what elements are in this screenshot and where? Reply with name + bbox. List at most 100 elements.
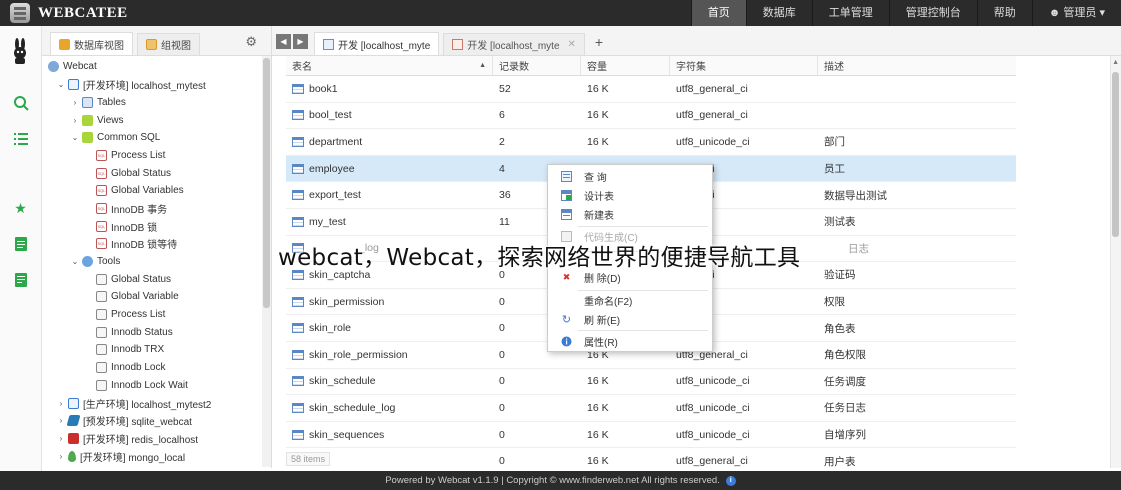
tree-node-env-mongo[interactable]: › [开发环境] mongo_local [56,448,185,465]
table-name: skin_permission [309,295,385,308]
chevron-right-icon[interactable]: › [70,98,80,107]
cell-name: book1 [286,76,493,102]
tools-icon [82,256,93,267]
tree-node-tool-item[interactable]: Process List [94,306,165,323]
doc-tab-2[interactable]: 开发 [localhost_myte ✕ [443,33,585,55]
tree-node-tool-item[interactable]: Innodb TRX [94,341,164,358]
tree-node-env-sqlite[interactable]: › [预发环境] sqlite_webcat [56,412,192,429]
tree-node-tool-item[interactable]: Global Status [94,271,171,288]
chevron-down-icon[interactable]: ⌄ [70,257,80,266]
tree-node-sql-item[interactable]: SQL InnoDB 事务 [94,200,167,217]
chevron-right-icon[interactable]: › [56,416,66,425]
col-header-size[interactable]: 容量 [581,56,670,75]
chevron-right-icon[interactable]: › [70,116,80,125]
info-icon[interactable]: i [725,475,736,486]
tree-node-sql-item[interactable]: SQL Global Variables [94,182,184,199]
tree-node-tool-item[interactable]: Innodb Lock Wait [94,377,188,394]
menu-design-table[interactable]: 设计表 [548,186,712,205]
tree-node-env-dev[interactable]: ⌄ [开发环境] localhost_mytest [56,76,206,93]
cell-charset: utf8_unicode_ci [676,135,750,148]
tree-node-tools[interactable]: ⌄ Tools [70,253,120,270]
cell-name: department [286,129,493,155]
table-row[interactable]: skin_schedule_log 0 16 K utf8_unicode_ci 任务日… [286,395,1016,422]
tree-node-tool-item[interactable]: Global Variable [94,288,179,305]
chevron-down-icon[interactable]: ⌄ [56,80,66,89]
col-header-desc[interactable]: 描述 [818,56,1016,75]
star-icon[interactable]: ★ [12,200,29,217]
table-icon [292,296,304,307]
menu-label: 查 询 [584,173,607,184]
table-row[interactable]: bool_test 6 16 K utf8_general_ci [286,103,1016,130]
nav-tickets[interactable]: 工单管理 [811,0,889,26]
sql-icon: SQL [96,168,107,179]
chevron-down-icon[interactable]: ⌄ [70,133,80,142]
tree-node-env-prod[interactable]: › [生产环境] localhost_mytest2 [56,395,211,412]
table-row[interactable]: skin_schedule 0 16 K utf8_unicode_ci 任务调度 [286,369,1016,396]
table-row[interactable]: department 2 16 K utf8_unicode_ci 部门 [286,129,1016,156]
tree-node-views[interactable]: › Views [70,112,124,129]
add-tab-icon[interactable]: + [595,34,603,50]
cell-size: 16 K [587,401,609,414]
chevron-right-icon[interactable]: › [56,399,66,408]
tree-node-tables[interactable]: › Tables [70,94,126,111]
tree-node-env-redis[interactable]: › [开发环境] redis_localhost [56,430,198,447]
col-header-rows[interactable]: 记录数 [493,56,581,75]
tab-group-view[interactable]: 组视图 [137,33,200,55]
new-table-icon [561,209,572,220]
chevron-right-icon[interactable]: › [56,452,66,461]
close-icon[interactable]: ✕ [568,39,576,50]
grid-scrollbar[interactable]: ▲ [1016,56,1121,468]
scroll-up-icon[interactable]: ▲ [1112,59,1119,66]
tree-node-tool-item[interactable]: Innodb Status [94,324,173,341]
chevron-right-icon[interactable]: › [56,434,66,443]
tree-node-common-sql[interactable]: ⌄ Common SQL [70,129,160,146]
notes-icon[interactable] [12,271,29,288]
nav-home[interactable]: 首页 [690,0,746,26]
menu-refresh[interactable]: ↻ 刷 新(E) [548,310,712,329]
app-logo[interactable]: WEBCATEE [0,3,691,23]
nav-help[interactable]: 帮助 [976,0,1032,26]
tab-prev-button[interactable]: ◀ [276,34,291,49]
doc-tab-1[interactable]: 开发 [localhost_myte [314,32,440,55]
tree-scrollbar[interactable] [262,56,271,467]
tab-database-view[interactable]: 数据库视图 [50,32,133,55]
doc-tab-label: 开发 [localhost_myte [467,41,560,52]
tree-label: Process List [111,309,166,320]
col-header-charset[interactable]: 字符集 [670,56,818,75]
tree-node-sql-item[interactable]: SQL InnoDB 锁等待 [94,235,177,252]
cell-rows: 0 [499,428,505,441]
sort-asc-icon[interactable]: ▲ [479,62,486,69]
table-row[interactable]: book1 52 16 K utf8_general_ci [286,76,1016,103]
menu-query[interactable]: 查 询 [548,167,712,186]
sql-icon: SQL [96,185,107,196]
query-icon [561,171,572,182]
document-icon[interactable] [12,235,29,252]
col-header-name[interactable]: 表名 ▲ [286,56,493,75]
cell-charset: utf8_unicode_ci [676,428,750,441]
table-row[interactable]: skin_sequences 0 16 K utf8_unicode_ci 自增序列 [286,422,1016,449]
table-icon [292,429,304,440]
nav-database[interactable]: 数据库 [745,0,812,26]
tree-node-sql-item[interactable]: SQL Process List [94,147,165,164]
tree-node-sql-item[interactable]: SQL Global Status [94,165,171,182]
nav-console[interactable]: 管理控制台 [888,0,977,26]
tree-node-sql-item[interactable]: SQL InnoDB 锁 [94,218,157,235]
scrollbar-thumb[interactable] [263,58,270,308]
tree-label: [预发环境] sqlite_webcat [83,417,192,428]
cell-desc: 部门 [824,136,845,149]
menu-rename[interactable]: 重命名(F2) [548,291,712,310]
gear-icon[interactable]: ⚙ [245,34,257,50]
tree-node-tool-item[interactable]: Innodb Lock [94,359,166,376]
scrollbar-thumb[interactable] [1112,72,1119,237]
tab-next-button[interactable]: ▶ [293,34,308,49]
cell-name: skin_schedule_log [286,395,493,421]
menu-properties[interactable]: 属性(R) [548,332,712,351]
delete-icon: ✖ [562,272,571,282]
tree-node-root[interactable]: Webcat [46,58,97,75]
menu-new-table[interactable]: 新建表 [548,205,712,224]
list-icon[interactable] [12,130,29,147]
cell-size: 16 K [587,375,609,388]
tree-label: Global Variables [111,185,184,196]
nav-user-menu[interactable]: ☻ 管理员 ▾ [1031,0,1121,26]
search-icon[interactable] [12,94,29,111]
